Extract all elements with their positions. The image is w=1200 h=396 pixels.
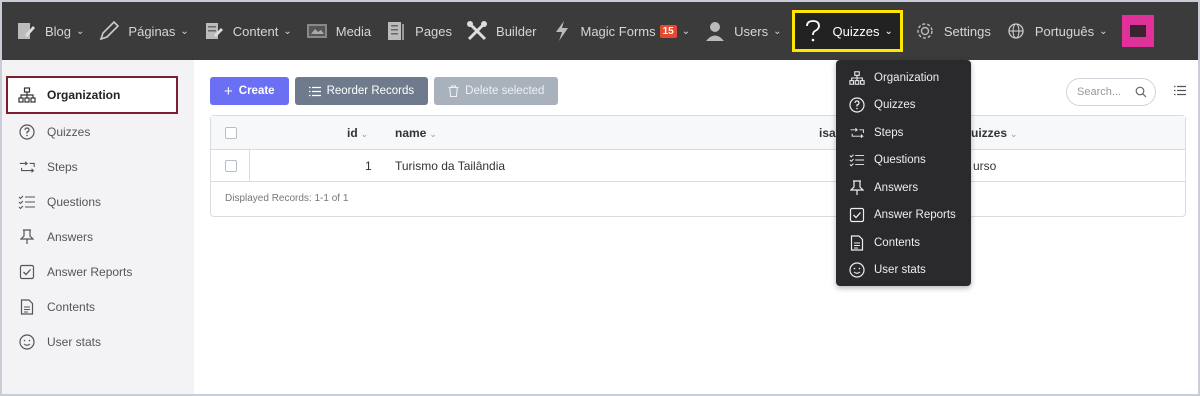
column-header-id[interactable]: id ⌄ bbox=[347, 126, 368, 140]
menu-item-steps[interactable]: Steps bbox=[836, 119, 971, 147]
cell-quizzes: urso bbox=[973, 159, 997, 173]
menu-item-answer-reports[interactable]: Answer Reports bbox=[836, 202, 971, 230]
column-header-name[interactable]: name ⌄ bbox=[395, 126, 437, 140]
lightning-icon bbox=[551, 20, 573, 42]
nav-media[interactable]: Media bbox=[299, 2, 378, 60]
sidebar-item-organization[interactable]: Organization bbox=[6, 76, 178, 114]
table-row[interactable]: 1 Turismo da Tailândia urso bbox=[211, 150, 1185, 182]
menu-item-organization[interactable]: Organization bbox=[836, 64, 971, 92]
menu-item-contents[interactable]: Contents bbox=[836, 229, 971, 257]
reorder-records-button[interactable]: Reorder Records bbox=[294, 77, 429, 105]
row-checkbox[interactable] bbox=[225, 160, 237, 172]
steps-icon bbox=[18, 158, 36, 176]
checkbox-icon bbox=[849, 207, 865, 223]
sitemap-icon bbox=[18, 86, 36, 104]
search-input[interactable]: Search... bbox=[1066, 78, 1156, 106]
checklist-icon bbox=[849, 152, 865, 168]
nav-settings[interactable]: Settings bbox=[907, 2, 998, 60]
media-icon bbox=[306, 20, 328, 42]
toolbar: + Create Reorder Records Delete selected bbox=[210, 77, 559, 105]
menu-item-user-stats[interactable]: User stats bbox=[836, 257, 971, 285]
document-icon bbox=[849, 235, 865, 251]
table-footer: Displayed Records: 1-1 of 1 bbox=[211, 182, 1185, 216]
nav-magic-forms[interactable]: Magic Forms 15 ⌄ bbox=[544, 2, 698, 60]
chevron-down-icon: ⌄ bbox=[283, 25, 292, 37]
chevron-down-icon: ⌄ bbox=[1099, 25, 1108, 37]
chevron-down-icon: ⌄ bbox=[681, 25, 691, 37]
list-settings-icon[interactable] bbox=[1172, 82, 1188, 98]
tools-icon bbox=[466, 20, 488, 42]
chevron-down-icon: ⌄ bbox=[884, 25, 893, 37]
content-icon bbox=[203, 20, 225, 42]
smiley-icon bbox=[18, 333, 36, 351]
column-divider bbox=[249, 150, 250, 182]
table-header: id ⌄ name ⌄ isac uizzes ⌄ bbox=[211, 116, 1185, 150]
checklist-icon bbox=[18, 193, 36, 211]
nav-builder[interactable]: Builder bbox=[459, 2, 543, 60]
app-window: Blog ⌄ Páginas ⌄ Content ⌄ Media Pages Buil… bbox=[0, 0, 1200, 396]
quizzes-dropdown-menu: Organization Quizzes Steps Questions Ans… bbox=[836, 60, 971, 286]
pages-icon bbox=[385, 20, 407, 42]
sort-icon: ⌄ bbox=[429, 129, 437, 139]
sitemap-icon bbox=[849, 70, 865, 86]
nav-language[interactable]: Português ⌄ bbox=[998, 2, 1115, 60]
nav-pages[interactable]: Pages bbox=[378, 2, 459, 60]
globe-icon bbox=[1005, 20, 1027, 42]
nav-quizzes[interactable]: Quizzes ⌄ bbox=[792, 10, 903, 52]
blog-icon bbox=[15, 20, 37, 42]
sidebar-item-answers[interactable]: Answers bbox=[2, 219, 194, 254]
user-icon bbox=[704, 20, 726, 42]
select-all-checkbox[interactable] bbox=[225, 127, 237, 139]
column-header-quizzes[interactable]: uizzes ⌄ bbox=[971, 126, 1018, 140]
sidebar-item-quizzes[interactable]: Quizzes bbox=[2, 114, 194, 149]
search-icon bbox=[1135, 86, 1147, 98]
delete-selected-button[interactable]: Delete selected bbox=[434, 77, 559, 105]
checkbox-icon bbox=[18, 263, 36, 281]
avatar[interactable] bbox=[1122, 15, 1155, 47]
trash-icon bbox=[448, 85, 459, 97]
create-button[interactable]: + Create bbox=[210, 77, 289, 105]
pencil-icon bbox=[98, 20, 120, 42]
question-circle-icon bbox=[849, 97, 865, 113]
list-icon bbox=[308, 86, 321, 97]
sidebar-item-answer-reports[interactable]: Answer Reports bbox=[2, 254, 194, 289]
document-icon bbox=[18, 298, 36, 316]
steps-icon bbox=[849, 125, 865, 141]
pin-icon bbox=[18, 228, 36, 246]
records-count: Displayed Records: 1-1 of 1 bbox=[225, 193, 349, 204]
chevron-down-icon: ⌄ bbox=[180, 25, 189, 37]
sidebar-item-steps[interactable]: Steps bbox=[2, 149, 194, 184]
menu-item-quizzes[interactable]: Quizzes bbox=[836, 92, 971, 120]
menu-item-answers[interactable]: Answers bbox=[836, 174, 971, 202]
sort-icon: ⌄ bbox=[360, 129, 369, 139]
sidebar-item-questions[interactable]: Questions bbox=[2, 184, 194, 219]
nav-paginas[interactable]: Páginas ⌄ bbox=[91, 2, 195, 60]
smiley-icon bbox=[849, 262, 865, 278]
gear-icon bbox=[914, 20, 936, 42]
records-table: id ⌄ name ⌄ isac uizzes ⌄ 1 Turismo da Tail… bbox=[210, 115, 1186, 217]
question-icon bbox=[802, 20, 824, 42]
chevron-down-icon: ⌄ bbox=[773, 25, 782, 37]
plus-icon: + bbox=[224, 82, 233, 100]
top-navigation: Blog ⌄ Páginas ⌄ Content ⌄ Media Pages Buil… bbox=[2, 2, 1198, 60]
sidebar-item-user-stats[interactable]: User stats bbox=[2, 324, 194, 359]
main-content: + Create Reorder Records Delete selected… bbox=[194, 60, 1198, 394]
pin-icon bbox=[849, 180, 865, 196]
nav-blog[interactable]: Blog ⌄ bbox=[8, 2, 91, 60]
nav-users[interactable]: Users ⌄ bbox=[697, 2, 788, 60]
cell-id: 1 bbox=[365, 159, 372, 173]
sidebar: Organization Quizzes Steps Questions Ans… bbox=[2, 60, 194, 394]
sidebar-item-contents[interactable]: Contents bbox=[2, 289, 194, 324]
chevron-down-icon: ⌄ bbox=[76, 25, 85, 37]
notification-badge: 15 bbox=[659, 24, 677, 38]
menu-item-questions[interactable]: Questions bbox=[836, 147, 971, 175]
sort-icon: ⌄ bbox=[1010, 129, 1018, 139]
question-circle-icon bbox=[18, 123, 36, 141]
nav-content[interactable]: Content ⌄ bbox=[196, 2, 299, 60]
cell-name: Turismo da Tailândia bbox=[395, 159, 506, 173]
